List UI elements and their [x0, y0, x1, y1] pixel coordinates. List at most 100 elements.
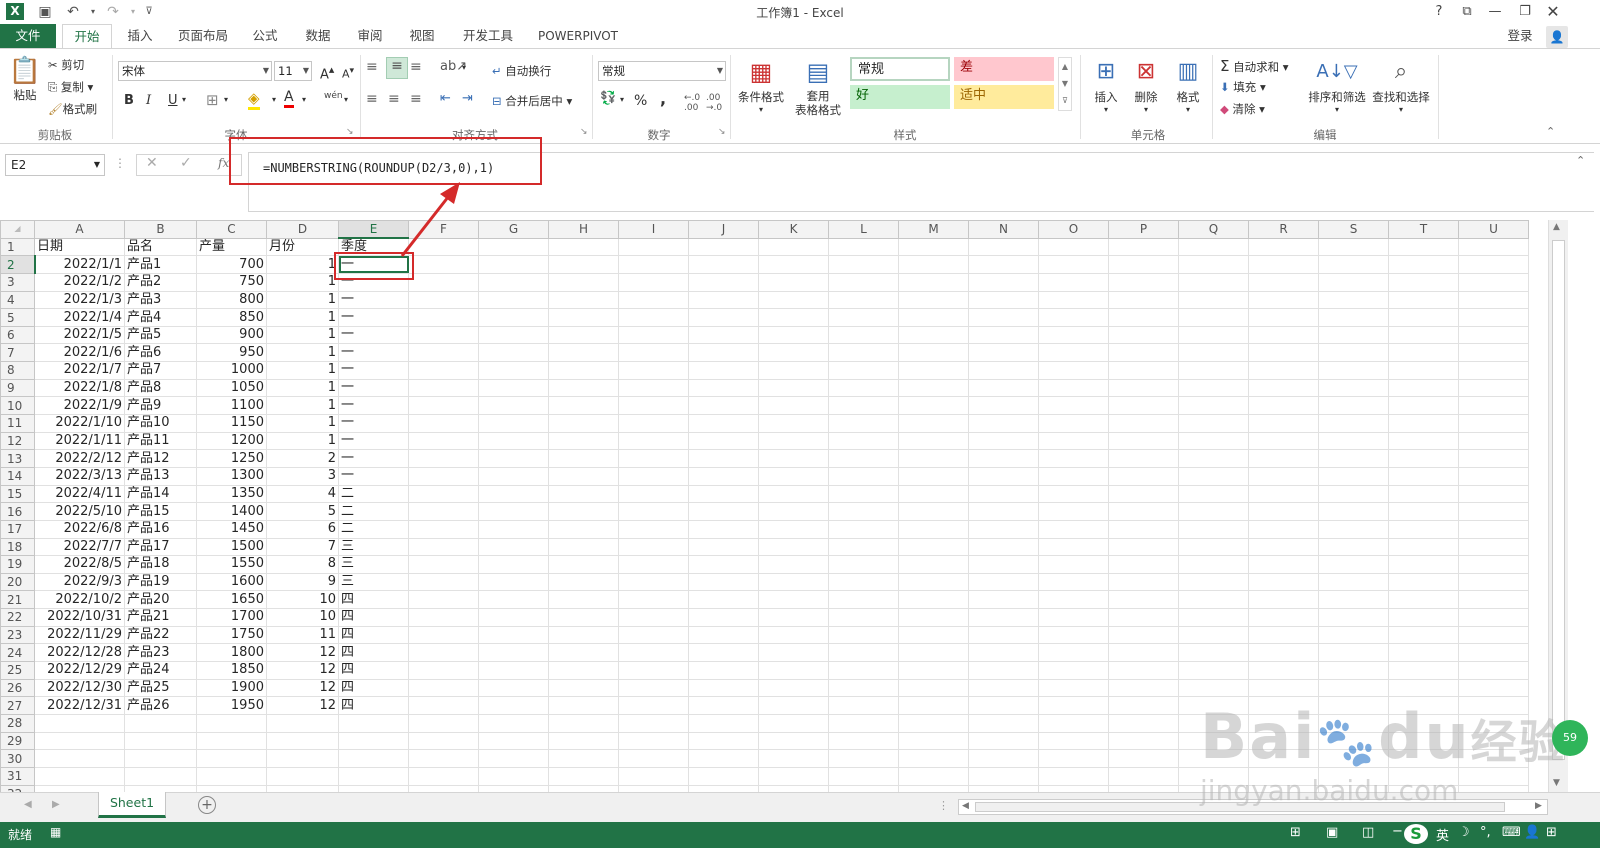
accounting-format-icon[interactable]: 💱: [600, 91, 616, 106]
cell[interactable]: [618, 431, 689, 451]
format-as-table-button[interactable]: ▤ 套用 表格格式: [790, 55, 846, 117]
cell[interactable]: [478, 361, 549, 380]
cell[interactable]: [828, 414, 899, 433]
cell[interactable]: [1318, 449, 1389, 468]
cell[interactable]: 产品16: [124, 519, 197, 539]
row-header[interactable]: 16: [0, 502, 35, 521]
cell[interactable]: 一: [338, 466, 409, 486]
row-header[interactable]: 13: [0, 449, 35, 468]
row-header[interactable]: 6: [0, 325, 35, 345]
cell[interactable]: [618, 590, 689, 610]
cell[interactable]: [124, 749, 197, 768]
cell[interactable]: [1388, 678, 1459, 698]
cell[interactable]: [758, 678, 829, 698]
decrease-decimal-icon[interactable]: .00 →.0: [706, 93, 722, 113]
row-header[interactable]: 32: [0, 784, 35, 792]
cell[interactable]: 1150: [196, 414, 267, 433]
cell[interactable]: [1248, 308, 1319, 327]
cell[interactable]: [898, 466, 969, 486]
cell[interactable]: [1248, 678, 1319, 698]
cell[interactable]: 1250: [196, 449, 267, 468]
cell[interactable]: [1178, 555, 1249, 574]
cell[interactable]: [548, 608, 619, 627]
copy-button[interactable]: ⎘ 复制 ▾: [48, 79, 93, 95]
cell[interactable]: [1108, 431, 1179, 451]
cell[interactable]: 产品18: [124, 555, 197, 574]
cell[interactable]: [1178, 590, 1249, 610]
cell[interactable]: [266, 713, 339, 733]
cell[interactable]: 一: [338, 325, 409, 345]
cell[interactable]: [478, 378, 549, 398]
cell[interactable]: [1458, 378, 1529, 398]
cell[interactable]: [408, 784, 479, 792]
cell[interactable]: 2022/1/2: [34, 272, 125, 292]
cell[interactable]: [1388, 237, 1459, 257]
cell[interactable]: [1458, 537, 1529, 557]
dialog-launcher-icon[interactable]: ↘: [718, 127, 726, 137]
cancel-icon[interactable]: ✕: [146, 155, 158, 171]
cell[interactable]: [1248, 466, 1319, 486]
row-header[interactable]: 17: [0, 519, 35, 539]
cell[interactable]: 三: [338, 537, 409, 557]
delete-cells-button[interactable]: ⊠ 删除 ▾: [1128, 55, 1164, 114]
column-header-m[interactable]: M: [898, 220, 969, 239]
cell[interactable]: 1850: [196, 661, 267, 680]
cell[interactable]: [688, 466, 759, 486]
cell[interactable]: [1318, 678, 1389, 698]
cell[interactable]: [1318, 237, 1389, 257]
cell[interactable]: [548, 290, 619, 310]
style-bad[interactable]: 差: [954, 57, 1054, 81]
cell[interactable]: [828, 378, 899, 398]
cell[interactable]: [758, 466, 829, 486]
cell[interactable]: [1038, 696, 1109, 715]
cell[interactable]: 2022/2/12: [34, 449, 125, 468]
cell[interactable]: 产量: [196, 237, 267, 257]
cell[interactable]: [758, 361, 829, 380]
cell[interactable]: [1248, 255, 1319, 274]
cell[interactable]: 2022/1/3: [34, 290, 125, 310]
cell[interactable]: [968, 502, 1039, 521]
cell[interactable]: [1388, 537, 1459, 557]
cell[interactable]: 一: [338, 449, 409, 468]
style-good[interactable]: 好: [850, 85, 950, 109]
cell[interactable]: [548, 378, 619, 398]
row-header[interactable]: 3: [0, 272, 35, 292]
cell[interactable]: [828, 308, 899, 327]
cell[interactable]: [196, 749, 267, 768]
cell[interactable]: 2022/10/2: [34, 590, 125, 610]
cell[interactable]: [478, 343, 549, 363]
cell[interactable]: [1318, 484, 1389, 504]
cell[interactable]: 1: [266, 361, 339, 380]
cell[interactable]: [1318, 431, 1389, 451]
cell[interactable]: [478, 555, 549, 574]
cell[interactable]: [548, 696, 619, 715]
sheet-tab-sheet1[interactable]: Sheet1: [98, 792, 166, 818]
cell[interactable]: [1248, 378, 1319, 398]
cell[interactable]: [548, 237, 619, 257]
cell[interactable]: 900: [196, 325, 267, 345]
cell[interactable]: [1248, 625, 1319, 645]
cell[interactable]: [34, 713, 125, 733]
cell[interactable]: 10: [266, 608, 339, 627]
cell[interactable]: [688, 502, 759, 521]
cell[interactable]: [408, 396, 479, 416]
cell[interactable]: [408, 378, 479, 398]
cell[interactable]: [828, 466, 899, 486]
cell[interactable]: [1108, 325, 1179, 345]
cell[interactable]: [898, 414, 969, 433]
cell[interactable]: [1178, 466, 1249, 486]
cell[interactable]: [1388, 572, 1459, 592]
cell[interactable]: [408, 678, 479, 698]
row-header[interactable]: 7: [0, 343, 35, 363]
cell[interactable]: 3: [266, 466, 339, 486]
cell[interactable]: 2022/12/28: [34, 643, 125, 663]
cell[interactable]: [1388, 343, 1459, 363]
cell[interactable]: [828, 431, 899, 451]
cell[interactable]: [1178, 272, 1249, 292]
ribbon-display-icon[interactable]: ⧉: [1456, 2, 1478, 22]
cell[interactable]: [338, 731, 409, 751]
cell[interactable]: [688, 661, 759, 680]
cell[interactable]: [898, 643, 969, 663]
cell[interactable]: [1178, 325, 1249, 345]
row-header[interactable]: 22: [0, 608, 35, 627]
